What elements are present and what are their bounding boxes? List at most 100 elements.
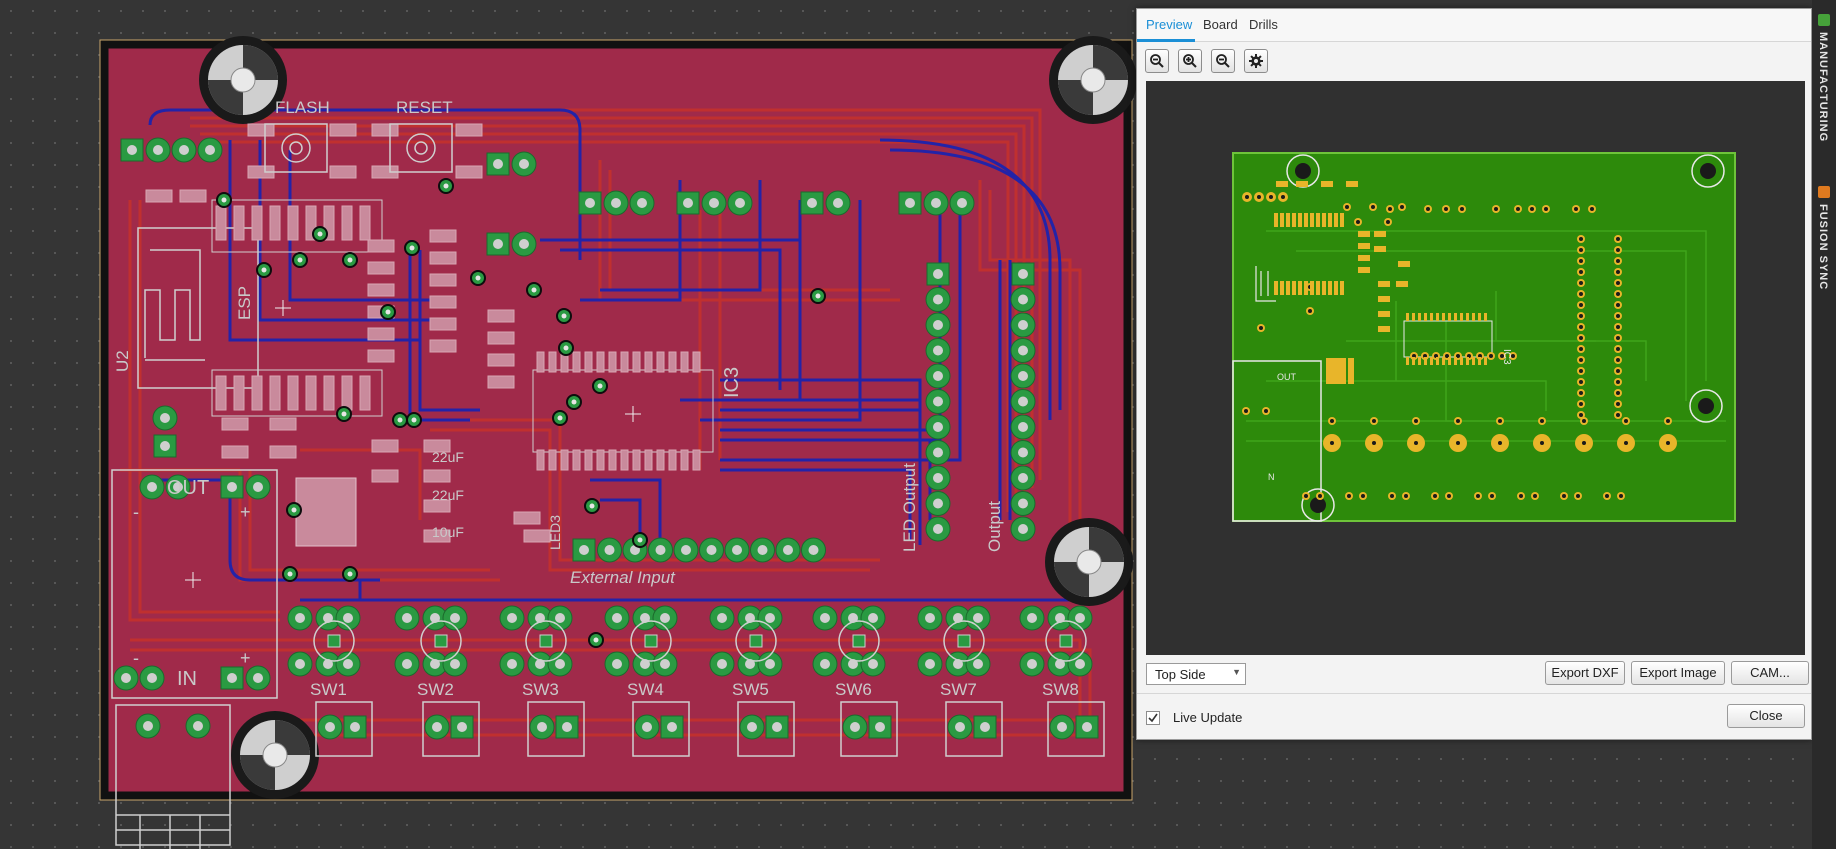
label-switch-8: SW8 [1042, 680, 1079, 699]
smd-pad [536, 449, 545, 471]
pad-drill [579, 545, 589, 555]
label-u2: U2 [113, 350, 132, 372]
settings-button[interactable] [1244, 49, 1268, 73]
smd-pad [215, 375, 227, 411]
export-image-button[interactable]: Export Image [1631, 661, 1725, 685]
board-preview-image: IC3 OUT N [1232, 152, 1736, 522]
mounting-hole [1049, 36, 1137, 124]
preview-smd-pad [1436, 357, 1439, 365]
smd-pad [596, 351, 605, 373]
smd-pad [656, 449, 665, 471]
preview-smd-pad [1358, 231, 1370, 237]
live-update-label: Live Update [1173, 710, 1243, 725]
preview-smd-pad [1286, 213, 1290, 227]
pad-drill [925, 613, 935, 623]
smd-pad [620, 351, 629, 373]
pad-drill [612, 613, 622, 623]
preview-smd-pad [1334, 281, 1338, 295]
tab-preview[interactable]: Preview [1146, 17, 1192, 32]
smd-pad [215, 205, 227, 241]
sidebar-tab-fusion-sync[interactable]: FUSION SYNC [1817, 204, 1829, 290]
pad-drill [933, 473, 943, 483]
smd-pad [656, 351, 665, 373]
preview-pad-drill [1616, 314, 1620, 318]
smd-pad [692, 449, 701, 471]
via-drill [297, 257, 303, 263]
smd-pad [680, 449, 689, 471]
via-drill [411, 417, 417, 423]
cam-button[interactable]: CAM... [1731, 661, 1809, 685]
via-drill [563, 345, 569, 351]
preview-smd-pad [1442, 357, 1445, 365]
preview-smd-pad [1316, 213, 1320, 227]
preview-pad-drill [1489, 354, 1493, 358]
preview-pad-drill [1616, 369, 1620, 373]
pad-drill [933, 396, 943, 407]
pad-drill [253, 482, 263, 492]
via-drill [557, 415, 563, 421]
smd-pad [305, 375, 317, 411]
led-pad [1059, 634, 1073, 648]
via-drill [815, 293, 821, 299]
via-drill [597, 383, 603, 389]
preview-pad-drill [1579, 237, 1583, 241]
board-preview-viewport[interactable]: IC3 OUT N [1146, 81, 1805, 655]
via-drill [637, 537, 643, 543]
preview-pad-drill [1244, 409, 1248, 413]
pad-drill [612, 659, 622, 669]
close-button[interactable]: Close [1727, 704, 1805, 728]
preview-pad-drill [1579, 259, 1583, 263]
footer-divider [1137, 693, 1811, 694]
tab-board[interactable]: Board [1203, 17, 1238, 32]
preview-pad-drill [1330, 419, 1334, 423]
pad-drill [1018, 524, 1028, 534]
pad-drill [933, 294, 943, 305]
preview-pad-drill [1616, 292, 1620, 296]
via-drill [385, 309, 391, 315]
smd-pad [584, 449, 593, 471]
pad-drill [925, 659, 935, 669]
smd-pad [329, 123, 357, 137]
preview-pad-drill [1579, 281, 1583, 285]
preview-smd-pad [1304, 213, 1308, 227]
label-in-plus: + [240, 648, 251, 668]
pad-drill [955, 722, 965, 732]
preview-pad-drill [1616, 270, 1620, 274]
preview-smd-pad [1478, 357, 1481, 365]
preview-smd-pad [1448, 357, 1451, 365]
zoom-in-button[interactable] [1178, 49, 1202, 73]
pad-drill [933, 269, 943, 279]
sidebar-tab-manufacturing[interactable]: MANUFACTURING [1817, 32, 1829, 142]
smd-pad [572, 449, 581, 471]
via-drill [593, 637, 599, 643]
preview-smd-pad [1276, 181, 1288, 187]
smd-pad [367, 261, 395, 275]
led-pad [957, 634, 971, 648]
zoom-to-fit-button[interactable] [1145, 49, 1169, 73]
smd-pad [359, 205, 371, 241]
pad-drill [402, 613, 412, 623]
chevron-down-icon: ▼ [1232, 667, 1241, 677]
via-drill [261, 267, 267, 273]
side-select-dropdown[interactable]: Top Side ▼ [1146, 663, 1246, 685]
tab-drills[interactable]: Drills [1249, 17, 1278, 32]
preview-smd-pad [1274, 281, 1278, 295]
pad-drill [555, 613, 565, 623]
preview-pad-drill [1579, 270, 1583, 274]
pad-drill [325, 722, 335, 732]
pad-drill [660, 613, 670, 623]
export-dxf-button[interactable]: Export DXF [1545, 661, 1625, 685]
preview-pad-drill [1388, 207, 1392, 211]
zoom-out-button[interactable] [1211, 49, 1235, 73]
live-update-checkbox[interactable] [1146, 711, 1160, 725]
preview-smd-pad [1286, 281, 1290, 295]
label-led3: LED3 [547, 515, 563, 550]
preview-pad-drill [1616, 325, 1620, 329]
preview-smd-pad [1328, 281, 1332, 295]
smd-pad [371, 469, 399, 483]
preview-pad-drill [1533, 494, 1537, 498]
pad-drill [507, 659, 517, 669]
preview-pad-drill [1456, 419, 1460, 423]
pad-drill [933, 345, 943, 356]
via-drill [347, 257, 353, 263]
